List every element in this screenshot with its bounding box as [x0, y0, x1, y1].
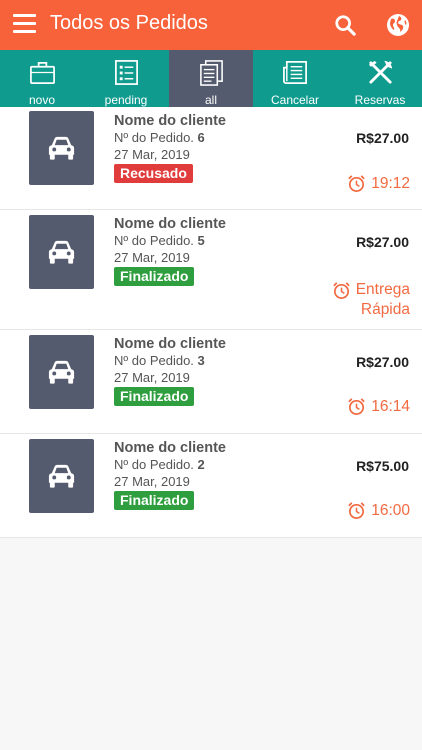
tab-pending[interactable]: pending	[84, 50, 168, 107]
customer-name: Nome do cliente	[114, 336, 226, 352]
documents-icon	[200, 60, 223, 86]
time-text: Rápida	[360, 301, 410, 318]
tab-novo[interactable]: novo	[0, 50, 84, 107]
orders-list: Nome do cliente Nº do Pedido. 6 27 Mar, …	[0, 107, 422, 538]
order-date: 27 Mar, 2019	[114, 250, 190, 265]
order-number-value: 2	[197, 457, 205, 472]
order-thumbnail	[29, 335, 94, 409]
order-number-prefix: Nº do Pedido.	[114, 457, 194, 472]
order-thumbnail	[29, 215, 94, 289]
tab-label: novo	[28, 93, 56, 107]
status-badge: Finalizado	[114, 267, 195, 286]
customer-name: Nome do cliente	[114, 113, 226, 129]
time-text: 16:00	[371, 502, 410, 519]
newspaper-icon	[283, 61, 307, 84]
alarm-clock-icon	[348, 502, 365, 519]
order-price: R$27.00	[356, 130, 409, 146]
tab-label: pending	[104, 93, 148, 107]
tab-bar: novo pending all Cancelar Reservas	[0, 50, 422, 107]
time-text: 16:14	[371, 398, 410, 415]
order-number-value: 3	[197, 353, 205, 368]
order-thumbnail	[29, 439, 94, 513]
car-icon	[48, 240, 75, 264]
time-text: Entrega	[355, 281, 410, 298]
checklist-icon	[115, 60, 138, 85]
order-card[interactable]: Nome do cliente Nº do Pedido. 6 27 Mar, …	[0, 107, 422, 210]
order-price: R$27.00	[356, 354, 409, 370]
order-number: Nº do Pedido. 3	[114, 353, 205, 368]
order-card[interactable]: Nome do cliente Nº do Pedido. 3 27 Mar, …	[0, 330, 422, 434]
order-date: 27 Mar, 2019	[114, 370, 190, 385]
status-badge: Finalizado	[114, 387, 195, 406]
order-number-value: 5	[197, 233, 205, 248]
order-number: Nº do Pedido. 2	[114, 457, 205, 472]
order-number-prefix: Nº do Pedido.	[114, 233, 194, 248]
tab-label: Reservas	[354, 93, 406, 107]
tab-reservas[interactable]: Reservas	[338, 50, 422, 107]
time-text: 19:12	[371, 175, 410, 192]
briefcase-icon	[30, 61, 55, 84]
search-icon[interactable]	[334, 14, 356, 36]
status-badge: Recusado	[114, 164, 193, 183]
order-date: 27 Mar, 2019	[114, 147, 190, 162]
tab-label: all	[204, 93, 217, 107]
order-number-value: 6	[197, 130, 205, 145]
order-number-prefix: Nº do Pedido.	[114, 130, 194, 145]
globe-icon[interactable]	[386, 13, 410, 37]
alarm-clock-icon	[348, 398, 365, 415]
order-number: Nº do Pedido. 5	[114, 233, 205, 248]
order-time: 19:12	[347, 174, 410, 194]
tab-cancelar[interactable]: Cancelar	[253, 50, 337, 107]
car-icon	[48, 136, 75, 160]
customer-name: Nome do cliente	[114, 440, 226, 456]
customer-name: Nome do cliente	[114, 216, 226, 232]
tab-label: Cancelar	[270, 93, 320, 107]
page-title: Todos os Pedidos	[50, 12, 208, 34]
order-price: R$75.00	[356, 458, 409, 474]
order-price: R$27.00	[356, 234, 409, 250]
status-badge: Finalizado	[114, 491, 195, 510]
alarm-clock-icon	[332, 282, 350, 299]
order-thumbnail	[29, 111, 94, 185]
car-icon	[48, 464, 75, 488]
order-time: 16:14	[347, 397, 410, 417]
order-number: Nº do Pedido. 6	[114, 130, 205, 145]
alarm-clock-icon	[348, 175, 365, 192]
car-icon	[48, 360, 75, 384]
order-card[interactable]: Nome do cliente Nº do Pedido. 2 27 Mar, …	[0, 434, 422, 538]
order-date: 27 Mar, 2019	[114, 474, 190, 489]
order-time: Entrega Rápida	[332, 280, 410, 320]
hamburger-menu-icon[interactable]	[13, 14, 36, 35]
order-time: 16:00	[347, 501, 410, 521]
order-card[interactable]: Nome do cliente Nº do Pedido. 5 27 Mar, …	[0, 210, 422, 330]
fork-knife-icon	[368, 60, 393, 84]
app-bar: Todos os Pedidos	[0, 0, 422, 50]
order-number-prefix: Nº do Pedido.	[114, 353, 194, 368]
tab-all[interactable]: all	[169, 50, 253, 107]
